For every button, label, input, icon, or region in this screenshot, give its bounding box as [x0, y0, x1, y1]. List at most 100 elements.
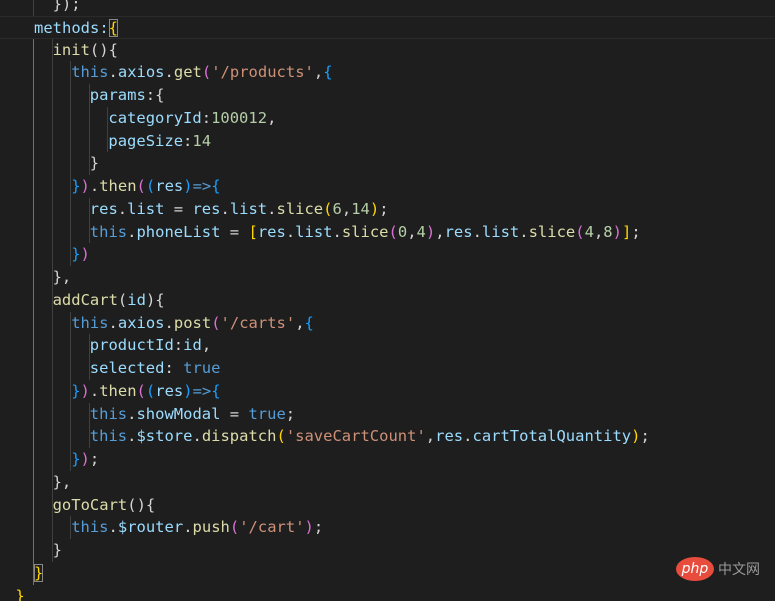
indent-guide	[51, 152, 53, 175]
code-line[interactable]: selected: true	[0, 357, 775, 380]
code-line[interactable]: categoryId:100012,	[0, 106, 775, 130]
code-token: {	[323, 63, 333, 82]
code-line[interactable]: }).then((res)=>{	[0, 379, 775, 403]
code-line[interactable]: pageSize:14	[0, 129, 775, 153]
indent-guide	[70, 402, 72, 426]
code-token: .	[192, 427, 202, 446]
code-token: =	[220, 222, 249, 241]
code-line[interactable]: }	[0, 585, 775, 601]
code-token: (	[575, 222, 585, 241]
indent-guide	[88, 106, 90, 130]
code-token: (	[145, 381, 156, 400]
indent-guide	[70, 220, 72, 244]
code-text: })	[71, 243, 90, 266]
code-token: (	[145, 177, 156, 195]
code-token: 4	[416, 222, 426, 241]
code-text: params:{	[90, 84, 165, 107]
code-token: ;	[631, 222, 641, 241]
indent-guide	[70, 357, 72, 380]
code-text: this.$store.dispatch('saveCartCount',res…	[90, 425, 650, 448]
code-token: (	[117, 290, 128, 309]
code-token: ;	[89, 450, 100, 468]
code-token: res	[192, 199, 221, 218]
code-token: .	[108, 518, 118, 537]
code-token: params	[89, 86, 146, 104]
watermark: php 中文网	[676, 557, 760, 581]
code-token: )	[80, 177, 90, 195]
code-token: )	[183, 177, 193, 195]
indent-guide	[51, 379, 53, 403]
code-token: ){	[145, 290, 165, 309]
indent-guide	[33, 197, 34, 221]
code-line[interactable]: }	[0, 561, 775, 585]
code-token: =	[164, 199, 193, 218]
code-text: });	[71, 448, 99, 471]
code-token: }	[71, 381, 81, 400]
indent-guide	[33, 129, 34, 153]
code-line[interactable]: });	[0, 0, 775, 16]
code-token: 100012	[211, 108, 268, 127]
code-token: id	[127, 290, 146, 309]
indent-guide	[33, 402, 34, 426]
code-token: $store	[136, 427, 193, 446]
code-token: slice	[341, 222, 389, 241]
code-token: init	[52, 40, 90, 59]
code-line[interactable]: })	[0, 243, 775, 266]
code-line[interactable]: this.$router.push('/cart');	[0, 516, 775, 539]
code-token: id	[183, 336, 202, 355]
code-area[interactable]: }); methods:{init(){this.axios.get('/prod…	[0, 0, 775, 601]
indent-guide	[51, 448, 53, 471]
indent-guide	[33, 334, 34, 357]
code-token: then	[99, 177, 137, 195]
code-line[interactable]: },	[0, 266, 775, 289]
code-text: this.showModal = true;	[90, 403, 295, 426]
indent-guide	[33, 516, 34, 539]
code-line[interactable]: this.axios.get('/products',{	[0, 61, 775, 84]
code-token: .	[117, 199, 128, 218]
code-token: .	[285, 222, 296, 241]
code-line[interactable]: }	[0, 539, 775, 562]
code-token: (){	[89, 40, 118, 59]
code-line[interactable]: productId:id,	[0, 334, 775, 357]
code-line[interactable]: this.showModal = true;	[0, 402, 775, 426]
code-token: 6	[332, 199, 342, 218]
indent-guide	[51, 197, 53, 221]
code-line[interactable]: this.axios.post('/carts',{	[0, 311, 775, 335]
code-token: 4	[584, 222, 594, 241]
code-line[interactable]: }).then((res)=>{	[0, 175, 775, 198]
code-token: ,	[407, 222, 417, 241]
code-token: (	[229, 518, 240, 537]
code-line[interactable]: init(){	[0, 38, 775, 62]
code-token: .	[89, 381, 100, 400]
code-token: showModal	[136, 404, 221, 423]
code-line[interactable]: });	[0, 448, 775, 471]
code-line[interactable]: goToCart(){	[0, 493, 775, 517]
code-line[interactable]: this.$store.dispatch('saveCartCount',res…	[0, 425, 775, 448]
code-token: res	[435, 427, 464, 446]
code-line[interactable]: params:{	[0, 84, 775, 107]
code-token: )	[80, 381, 90, 400]
code-token: res	[155, 381, 184, 400]
indent-guide	[70, 425, 72, 448]
code-line[interactable]: },	[0, 470, 775, 494]
code-line[interactable]: res.list = res.list.slice(6,14);	[0, 197, 775, 221]
code-token: categoryId	[108, 108, 202, 127]
code-token: .	[89, 177, 100, 195]
code-token: :	[183, 131, 193, 150]
code-line[interactable]: methods:{	[0, 15, 775, 39]
code-token: :{	[145, 86, 165, 104]
code-line[interactable]: addCart(id){	[0, 288, 775, 312]
code-text: }).then((res)=>{	[71, 175, 220, 198]
code-token: },	[52, 268, 72, 286]
code-editor[interactable]: }); methods:{init(){this.axios.get('/prod…	[0, 0, 775, 601]
code-token: [	[248, 222, 258, 241]
indent-guide	[51, 106, 53, 130]
code-token: )	[183, 381, 193, 400]
code-token: (	[388, 222, 398, 241]
code-line[interactable]: this.phoneList = [res.list.slice(0,4),re…	[0, 220, 775, 244]
code-token: true	[183, 359, 221, 377]
code-line[interactable]: }	[0, 152, 775, 175]
code-text: productId:id,	[90, 334, 211, 357]
code-token: '/products'	[211, 63, 314, 82]
code-token: }	[71, 245, 81, 264]
